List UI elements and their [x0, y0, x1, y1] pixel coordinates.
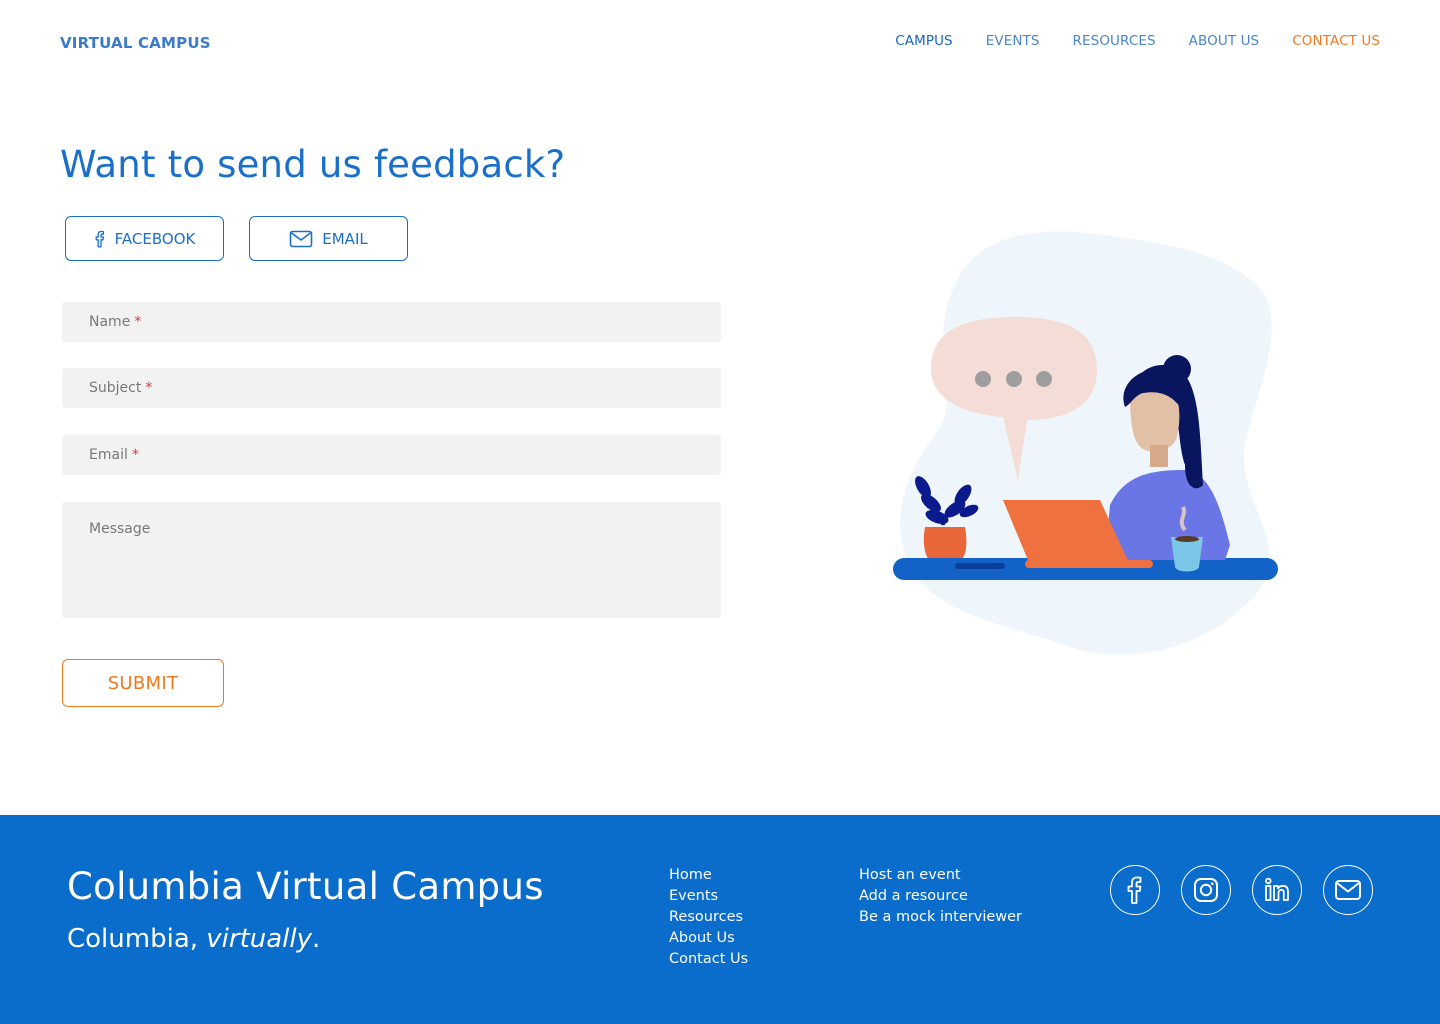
footer-action-links: Host an event Add a resource Be a mock i… — [859, 865, 1022, 928]
instagram-icon[interactable] — [1181, 865, 1231, 915]
email-button[interactable]: EMAIL — [249, 216, 408, 261]
nav-resources[interactable]: RESOURCES — [1073, 33, 1156, 49]
footer-link-contact-us[interactable]: Contact Us — [669, 949, 748, 970]
email-input[interactable]: Email * — [62, 435, 721, 475]
submit-button[interactable]: SUBMIT — [62, 659, 224, 707]
facebook-icon[interactable] — [1110, 865, 1160, 915]
name-input[interactable]: Name * — [62, 302, 721, 342]
footer-link-add-resource[interactable]: Add a resource — [859, 886, 1022, 907]
footer-nav-links: Home Events Resources About Us Contact U… — [669, 865, 748, 970]
top-nav: CAMPUS EVENTS RESOURCES ABOUT US CONTACT… — [862, 33, 1380, 49]
feedback-illustration — [885, 225, 1285, 665]
page-title: Want to send us feedback? — [60, 143, 566, 186]
nav-contact-us[interactable]: CONTACT US — [1292, 33, 1380, 49]
background-blob — [900, 231, 1272, 655]
laptop-base — [1025, 560, 1153, 568]
tagline-suffix: . — [312, 924, 321, 954]
tagline-emphasis: virtually — [206, 924, 313, 954]
facebook-button[interactable]: FACEBOOK — [65, 216, 224, 261]
footer-tagline: Columbia, virtually. — [67, 924, 320, 954]
footer-title: Columbia Virtual Campus — [67, 865, 544, 908]
required-mark: * — [145, 380, 153, 396]
mail-icon — [289, 230, 313, 248]
message-textarea[interactable]: Message — [62, 502, 721, 618]
nav-campus[interactable]: CAMPUS — [895, 33, 953, 49]
bubble-dot — [975, 371, 991, 387]
bubble-dot — [1036, 371, 1052, 387]
tagline-prefix: Columbia, — [67, 924, 207, 954]
linkedin-icon[interactable] — [1252, 865, 1302, 915]
footer-social-icons — [1110, 865, 1373, 915]
subject-input[interactable]: Subject * — [62, 368, 721, 408]
email-button-label: EMAIL — [322, 229, 368, 248]
message-placeholder: Message — [89, 521, 151, 537]
email-placeholder: Email — [89, 447, 128, 463]
coffee-mug — [1171, 537, 1203, 572]
nav-events[interactable]: EVENTS — [986, 33, 1040, 49]
required-mark: * — [131, 447, 139, 463]
name-placeholder: Name — [89, 314, 131, 330]
nav-about-us[interactable]: ABOUT US — [1189, 33, 1260, 49]
footer-link-about-us[interactable]: About Us — [669, 928, 748, 949]
facebook-icon — [94, 230, 106, 248]
required-mark: * — [134, 314, 142, 330]
site-logo[interactable]: VIRTUAL CAMPUS — [60, 34, 211, 52]
footer-link-host-event[interactable]: Host an event — [859, 865, 1022, 886]
desk-shadow — [955, 563, 1005, 569]
facebook-button-label: FACEBOOK — [114, 229, 196, 248]
person-neck — [1150, 445, 1168, 467]
site-footer: Columbia Virtual Campus Columbia, virtua… — [0, 815, 1440, 1024]
footer-link-mock-interviewer[interactable]: Be a mock interviewer — [859, 907, 1022, 928]
mail-icon[interactable] — [1323, 865, 1373, 915]
subject-placeholder: Subject — [89, 380, 142, 396]
bubble-dot — [1006, 371, 1022, 387]
footer-link-events[interactable]: Events — [669, 886, 748, 907]
footer-link-home[interactable]: Home — [669, 865, 748, 886]
footer-link-resources[interactable]: Resources — [669, 907, 748, 928]
